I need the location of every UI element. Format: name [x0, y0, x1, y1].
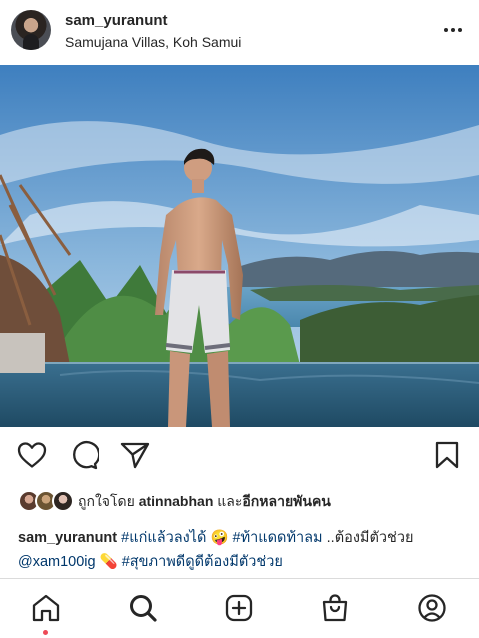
liker-avatars[interactable]: [18, 490, 76, 514]
shop-bag-icon: [322, 594, 348, 622]
likes-text[interactable]: ถูกใจโดย atinnabhan และอีกหลายพันคน: [78, 491, 331, 513]
paper-plane-icon: [120, 442, 150, 469]
caption: sam_yuranunt #แก่แล้วลงได้ 🤪 #ท้าแดดท้าล…: [18, 526, 468, 574]
more-options-button[interactable]: [440, 20, 466, 40]
tab-shop[interactable]: [318, 591, 352, 625]
likes-middle: และ: [213, 493, 243, 509]
hashtag[interactable]: #แก่แล้วลงได้: [121, 530, 206, 546]
liker-avatar: [52, 490, 74, 512]
profile-icon: [418, 594, 446, 622]
user-block: sam_yuranunt Samujana Villas, Koh Samui: [65, 12, 241, 51]
hashtag[interactable]: #สุขภาพดีดูดีต้องมีตัวช่วย: [122, 554, 283, 570]
caption-username[interactable]: sam_yuranunt: [18, 530, 117, 546]
emoji: 🤪: [210, 530, 229, 546]
liker-username[interactable]: atinnabhan: [139, 493, 214, 509]
mention[interactable]: @xam100ig: [18, 554, 96, 570]
likes-row: ถูกใจโดย atinnabhan และอีกหลายพันคน: [18, 490, 331, 514]
bottom-tab-bar: [0, 579, 479, 638]
tab-create[interactable]: [222, 591, 256, 625]
avatar[interactable]: [11, 10, 51, 50]
likes-others[interactable]: อีกหลายพันคน: [242, 493, 331, 509]
post-actions: [0, 438, 479, 478]
tab-home[interactable]: [29, 591, 63, 625]
tab-profile[interactable]: [415, 591, 449, 625]
tab-search[interactable]: [126, 591, 160, 625]
post-photo[interactable]: [0, 65, 479, 427]
home-icon: [32, 594, 60, 622]
bookmark-icon: [435, 441, 459, 469]
add-post-icon: [225, 594, 253, 622]
location-link[interactable]: Samujana Villas, Koh Samui: [65, 33, 241, 51]
emoji: 💊: [99, 554, 118, 570]
likes-prefix: ถูกใจโดย: [78, 493, 139, 509]
search-icon: [130, 595, 157, 622]
notification-dot: [43, 630, 48, 635]
username-link[interactable]: sam_yuranunt: [65, 12, 241, 30]
hashtag[interactable]: #ท้าแดดท้าลม: [233, 530, 323, 546]
post-image: [0, 65, 479, 427]
comment-button[interactable]: [67, 438, 101, 472]
share-button[interactable]: [118, 438, 152, 472]
post-header: sam_yuranunt Samujana Villas, Koh Samui: [0, 0, 479, 62]
save-button[interactable]: [430, 438, 464, 472]
caption-text: ..ต้องมีตัวช่วย: [322, 530, 414, 546]
heart-icon: [17, 442, 47, 468]
comment-icon: [73, 441, 99, 470]
more-dots-icon: [444, 28, 448, 32]
like-button[interactable]: [15, 438, 49, 472]
